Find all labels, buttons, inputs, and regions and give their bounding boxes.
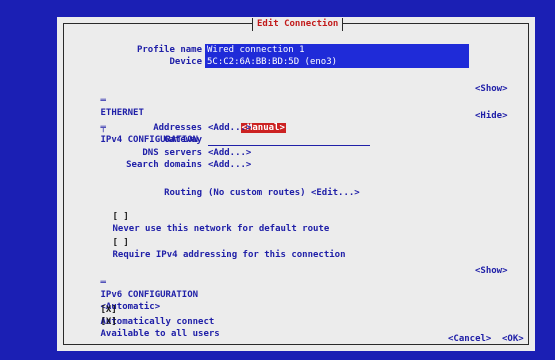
all-users-check[interactable]: [X] [101, 317, 117, 327]
never-default-check[interactable]: [ ] [113, 212, 129, 222]
addresses-label: Addresses [153, 123, 202, 133]
dialog-title: Edit Connection [252, 18, 344, 31]
routing-label: Routing [164, 188, 202, 198]
all-users-checkbox[interactable]: [X] Available to all users [68, 304, 220, 352]
require-ipv4-label: Require IPv4 addressing for this connect… [112, 250, 346, 260]
dialog-frame: Edit Connection Profile name Wired conne… [63, 18, 529, 345]
ethernet-show-button[interactable]: <Show> [475, 83, 508, 95]
collapsed-marker-icon: ═ [100, 278, 106, 288]
addresses-add-button[interactable]: <Add...> [208, 122, 251, 134]
gateway-input[interactable] [208, 145, 370, 146]
search-domains-label: Search domains [126, 160, 202, 170]
device-label: Device [169, 57, 202, 67]
require-ipv4-check[interactable]: [ ] [113, 238, 129, 248]
ipv6-show-button[interactable]: <Show> [475, 265, 508, 277]
profile-name-input[interactable]: Wired connection 1 [205, 44, 469, 56]
edit-connection-dialog: Edit Connection Profile name Wired conne… [57, 17, 535, 351]
gateway-label: Gateway [164, 135, 202, 145]
profile-name-label: Profile name [136, 45, 202, 55]
search-domains-add-button[interactable]: <Add...> [208, 159, 251, 171]
all-users-label: Available to all users [100, 329, 220, 339]
cancel-button[interactable]: <Cancel> [448, 333, 491, 345]
collapsed-marker-icon: ═ [100, 96, 106, 106]
dns-servers-label: DNS servers [142, 148, 202, 158]
routing-edit-button[interactable]: (No custom routes) <Edit...> [208, 187, 360, 199]
dns-add-button[interactable]: <Add...> [208, 147, 251, 159]
ok-button[interactable]: <OK> [502, 333, 524, 345]
device-input[interactable]: 5C:C2:6A:BB:BD:5D (eno3) [205, 56, 469, 68]
ipv4-hide-button[interactable]: <Hide> [475, 110, 508, 122]
